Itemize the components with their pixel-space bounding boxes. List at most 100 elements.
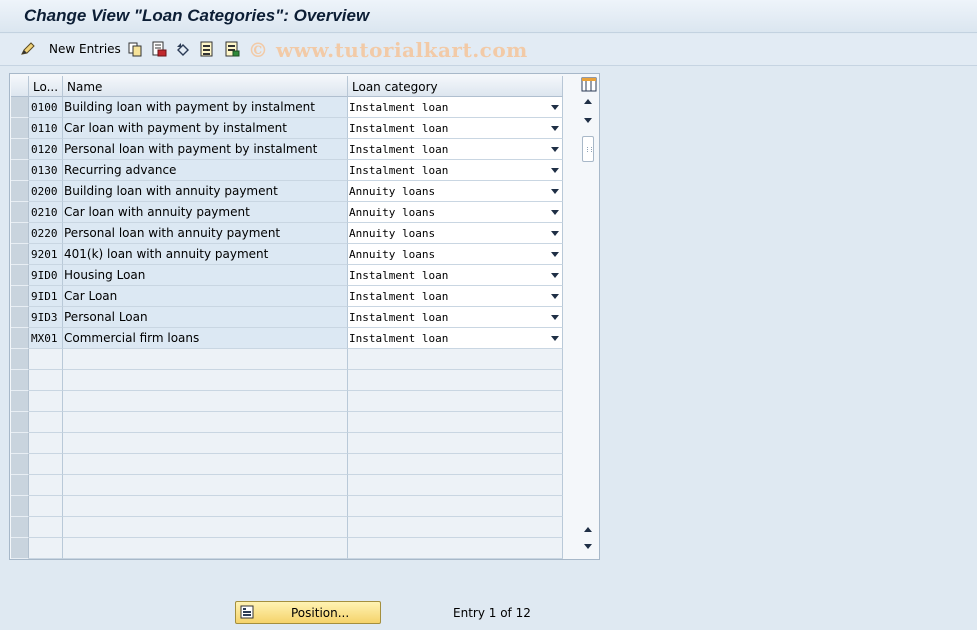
table-row[interactable]: 0120 Personal loan with payment by instal… xyxy=(10,139,563,160)
dropdown-arrow-icon[interactable] xyxy=(551,126,559,131)
loan-category-dropdown[interactable]: Annuity loans xyxy=(348,223,563,244)
row-selector[interactable] xyxy=(11,223,29,244)
dropdown-arrow-icon[interactable] xyxy=(551,168,559,173)
loan-category-dropdown[interactable]: Instalment loan xyxy=(348,286,563,307)
row-selector[interactable] xyxy=(11,391,29,412)
table-row[interactable] xyxy=(10,433,563,454)
position-icon xyxy=(240,605,254,619)
loan-category-dropdown[interactable]: Instalment loan xyxy=(348,328,563,349)
row-selector[interactable] xyxy=(11,496,29,517)
row-selector[interactable] xyxy=(11,475,29,496)
row-selector[interactable] xyxy=(11,538,29,559)
table-row[interactable]: 9ID0 Housing Loan Instalment loan xyxy=(10,265,563,286)
column-header-name[interactable]: Name xyxy=(63,76,348,97)
new-entries-button[interactable]: New Entries xyxy=(49,42,121,56)
table-row[interactable]: MX01 Commercial firm loans Instalment loan xyxy=(10,328,563,349)
dropdown-arrow-icon[interactable] xyxy=(551,189,559,194)
cell-name xyxy=(63,517,348,538)
table-row[interactable]: 0220 Personal loan with annuity payment An… xyxy=(10,223,563,244)
table-row[interactable]: 0130 Recurring advance Instalment loan xyxy=(10,160,563,181)
row-selector[interactable] xyxy=(11,307,29,328)
row-selector[interactable] xyxy=(11,517,29,538)
scrollbar-thumb[interactable] xyxy=(582,136,594,162)
row-selector[interactable] xyxy=(11,160,29,181)
table-row[interactable] xyxy=(10,496,563,517)
loan-category-dropdown[interactable]: Annuity loans xyxy=(348,244,563,265)
cell-loan-key: 9ID0 xyxy=(29,265,63,286)
entry-counter: Entry 1 of 12 xyxy=(453,606,531,620)
table-settings-icon[interactable] xyxy=(581,77,597,92)
row-selector[interactable] xyxy=(11,412,29,433)
column-header-loan-key[interactable]: Lo... xyxy=(29,76,63,97)
table-row[interactable]: 0210 Car loan with annuity payment Annuity… xyxy=(10,202,563,223)
loan-category-dropdown xyxy=(348,475,563,496)
page-down-button[interactable] xyxy=(582,115,594,127)
row-selector[interactable] xyxy=(11,97,29,118)
dropdown-arrow-icon[interactable] xyxy=(551,294,559,299)
row-selector[interactable] xyxy=(11,181,29,202)
position-button[interactable]: Position... xyxy=(235,601,381,624)
row-selector[interactable] xyxy=(11,202,29,223)
cell-name xyxy=(63,475,348,496)
dropdown-arrow-icon[interactable] xyxy=(551,231,559,236)
table-row[interactable]: 9201 401(k) loan with annuity payment Annu… xyxy=(10,244,563,265)
row-selector[interactable] xyxy=(11,139,29,160)
dropdown-arrow-icon[interactable] xyxy=(551,105,559,110)
dropdown-arrow-icon[interactable] xyxy=(551,273,559,278)
title-bar: Change View "Loan Categories": Overview xyxy=(0,0,977,33)
row-selector[interactable] xyxy=(11,244,29,265)
row-selector[interactable] xyxy=(11,370,29,391)
select-all-icon[interactable] xyxy=(199,41,215,57)
row-selector[interactable] xyxy=(11,286,29,307)
loan-category-dropdown[interactable]: Annuity loans xyxy=(348,202,563,223)
loan-category-dropdown[interactable]: Instalment loan xyxy=(348,307,563,328)
table-row[interactable] xyxy=(10,475,563,496)
dropdown-arrow-icon[interactable] xyxy=(551,315,559,320)
page-up-button[interactable] xyxy=(582,524,594,536)
cell-loan-key xyxy=(29,412,63,433)
dropdown-arrow-icon[interactable] xyxy=(551,336,559,341)
row-selector[interactable] xyxy=(11,265,29,286)
loan-category-dropdown[interactable]: Instalment loan xyxy=(348,160,563,181)
select-all-column-header[interactable] xyxy=(11,76,29,97)
cell-name xyxy=(63,391,348,412)
table-row[interactable] xyxy=(10,454,563,475)
table-row[interactable]: 9ID1 Car Loan Instalment loan xyxy=(10,286,563,307)
loan-category-dropdown[interactable]: Instalment loan xyxy=(348,265,563,286)
dropdown-arrow-icon[interactable] xyxy=(551,147,559,152)
delete-icon[interactable] xyxy=(151,41,167,57)
dropdown-arrow-icon[interactable] xyxy=(551,210,559,215)
table-row[interactable] xyxy=(10,349,563,370)
cell-name: Recurring advance xyxy=(63,160,348,181)
table-row[interactable]: 0110 Car loan with payment by instalment I… xyxy=(10,118,563,139)
loan-category-dropdown[interactable]: Annuity loans xyxy=(348,181,563,202)
deselect-all-icon[interactable] xyxy=(224,41,240,57)
row-selector[interactable] xyxy=(11,328,29,349)
table-row[interactable] xyxy=(10,370,563,391)
dropdown-arrow-icon[interactable] xyxy=(551,252,559,257)
table-row[interactable]: 0200 Building loan with annuity payment An… xyxy=(10,181,563,202)
loan-category-dropdown[interactable]: Instalment loan xyxy=(348,97,563,118)
row-selector[interactable] xyxy=(11,118,29,139)
loan-category-value: Instalment loan xyxy=(349,269,449,282)
undo-icon[interactable] xyxy=(175,41,191,57)
table-row[interactable] xyxy=(10,412,563,433)
row-selector[interactable] xyxy=(11,349,29,370)
row-selector[interactable] xyxy=(11,454,29,475)
change-display-icon[interactable] xyxy=(20,41,36,57)
table-row[interactable] xyxy=(10,538,563,559)
table-row[interactable]: 0100 Building loan with payment by instal… xyxy=(10,97,563,118)
row-selector[interactable] xyxy=(11,433,29,454)
table-row[interactable] xyxy=(10,391,563,412)
loan-category-value: Annuity loans xyxy=(349,227,436,240)
table-row[interactable] xyxy=(10,517,563,538)
scroll-down-button[interactable] xyxy=(582,541,594,553)
loan-category-dropdown[interactable]: Instalment loan xyxy=(348,118,563,139)
column-header-loan-category[interactable]: Loan category xyxy=(348,76,563,97)
vertical-scrollbar[interactable] xyxy=(580,94,596,556)
scroll-up-button[interactable] xyxy=(582,96,594,108)
loan-category-dropdown[interactable]: Instalment loan xyxy=(348,139,563,160)
cell-loan-key xyxy=(29,370,63,391)
copy-icon[interactable] xyxy=(127,41,143,57)
table-row[interactable]: 9ID3 Personal Loan Instalment loan xyxy=(10,307,563,328)
